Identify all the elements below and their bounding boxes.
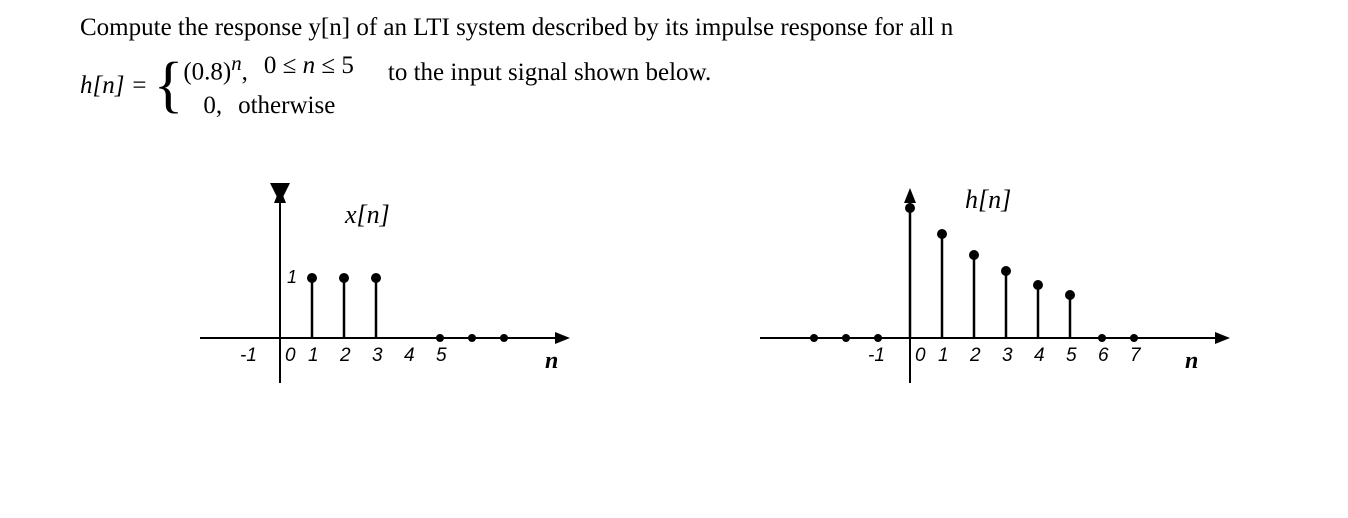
x-plot-svg: x[n] 1 -1 0 1 2 3 4 5 <box>160 183 580 423</box>
h-plot-title: h[n] <box>965 185 1011 214</box>
h-plot: h[n] <box>720 183 1240 428</box>
cases-content: (0.8)n, 0 ≤ n ≤ 5 0, otherwise <box>183 49 354 123</box>
problem-line2: h[n] = { (0.8)n, 0 ≤ n ≤ 5 0, otherwise … <box>80 49 1268 123</box>
y-tick-1: 1 <box>287 267 297 287</box>
xtick-4: 4 <box>404 345 415 366</box>
h-xtick-6: 6 <box>1098 345 1109 366</box>
input-signal-text: to the input signal shown below. <box>388 55 711 90</box>
x-plot: x[n] 1 -1 0 1 2 3 4 5 <box>160 183 580 428</box>
h-xtick-7: 7 <box>1130 345 1142 366</box>
case1-value: (0.8)n, <box>183 49 248 89</box>
h-stem-0-dot <box>905 203 915 213</box>
brace-cases: { (0.8)n, 0 ≤ n ≤ 5 0, otherwise <box>154 49 354 123</box>
h-plot-svg: h[n] <box>720 183 1240 423</box>
h-xtick-2: 2 <box>969 345 981 366</box>
x-axis-label: n <box>545 348 558 374</box>
x-plot-title: x[n] <box>344 200 390 229</box>
stem-1-dot <box>307 273 317 283</box>
charts-container: x[n] 1 -1 0 1 2 3 4 5 <box>80 183 1268 428</box>
stem-2-dot <box>339 273 349 283</box>
h-zero-7 <box>1130 334 1138 342</box>
h-xtick-4: 4 <box>1034 345 1045 366</box>
h-zero-6 <box>1098 334 1106 342</box>
h-stem-4-dot <box>1033 280 1043 290</box>
xtick-2: 2 <box>339 345 351 366</box>
h-zero-neg3 <box>810 334 818 342</box>
h-xtick-3: 3 <box>1002 345 1013 366</box>
case1-condition: 0 ≤ n ≤ 5 <box>264 49 354 89</box>
hn-equals: h[n] = <box>80 68 148 103</box>
left-brace: { <box>154 64 184 107</box>
zero-dot-6 <box>468 334 476 342</box>
case2-condition: otherwise <box>238 89 335 123</box>
h-xtick-neg1: -1 <box>868 345 885 366</box>
xtick-3: 3 <box>372 345 383 366</box>
h-zero-neg1 <box>874 334 882 342</box>
xtick-1: 1 <box>308 345 319 366</box>
stem-3-dot <box>371 273 381 283</box>
xtick-neg1: -1 <box>240 345 257 366</box>
h-xtick-0: 0 <box>915 345 926 366</box>
zero-dot-7 <box>500 334 508 342</box>
h-axis-label: n <box>1185 348 1198 374</box>
problem-statement: Compute the response y[n] of an LTI syst… <box>80 10 1268 123</box>
xtick-5: 5 <box>436 345 447 366</box>
xtick-0: 0 <box>285 345 296 366</box>
h-stem-1-dot <box>937 229 947 239</box>
zero-dot-5 <box>436 334 444 342</box>
problem-line1: Compute the response y[n] of an LTI syst… <box>80 10 1268 45</box>
y-arrow <box>274 188 286 203</box>
h-xtick-1: 1 <box>938 345 949 366</box>
h-y-arrow <box>904 188 916 203</box>
h-xtick-5: 5 <box>1066 345 1077 366</box>
h-zero-neg2 <box>842 334 850 342</box>
h-x-arrow <box>1215 332 1230 344</box>
case2-value: 0, <box>183 89 222 123</box>
h-stem-5-dot <box>1065 290 1075 300</box>
x-arrow <box>555 332 570 344</box>
h-stem-2-dot <box>969 250 979 260</box>
h-stem-3-dot <box>1001 266 1011 276</box>
